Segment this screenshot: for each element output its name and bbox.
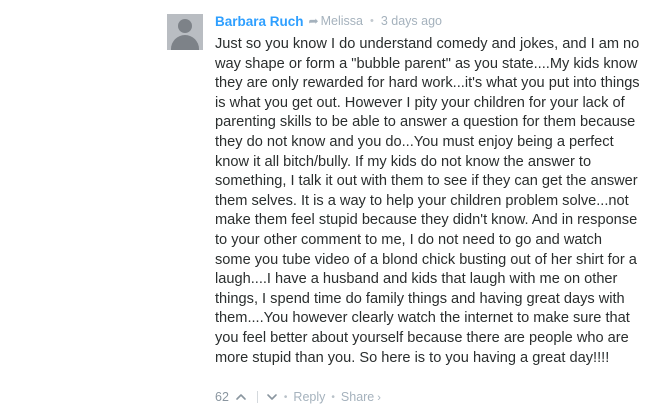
chevron-up-icon[interactable] bbox=[235, 391, 247, 403]
share-chevron-icon: › bbox=[377, 392, 381, 404]
header-separator: • bbox=[369, 15, 374, 27]
vote-count: 62 bbox=[215, 390, 229, 404]
share-button[interactable]: Share › bbox=[341, 390, 381, 404]
comment-body: Just so you know I do understand comedy … bbox=[215, 36, 640, 366]
footer-dot: • bbox=[283, 391, 288, 403]
chevron-down-icon[interactable] bbox=[266, 391, 278, 403]
share-label: Share bbox=[340, 390, 375, 404]
reply-button[interactable]: Reply bbox=[293, 390, 325, 404]
avatar-body-shape bbox=[171, 35, 199, 50]
timestamp[interactable]: 3 days ago bbox=[381, 14, 442, 28]
comment-footer: 62 • Reply • Share › bbox=[215, 388, 381, 406]
avatar-head-shape bbox=[178, 19, 192, 33]
author-name[interactable]: Barbara Ruch bbox=[215, 14, 304, 29]
footer-dot: • bbox=[331, 391, 335, 403]
avatar[interactable] bbox=[167, 14, 203, 50]
vote-divider bbox=[256, 391, 258, 403]
comment-header: Barbara Ruch ➦ Melissa • 3 days ago bbox=[215, 11, 442, 31]
reply-arrow-icon: ➦ bbox=[308, 14, 319, 28]
reply-to-name[interactable]: Melissa bbox=[321, 14, 363, 28]
comment: Barbara Ruch ➦ Melissa • 3 days ago Just… bbox=[0, 0, 645, 416]
